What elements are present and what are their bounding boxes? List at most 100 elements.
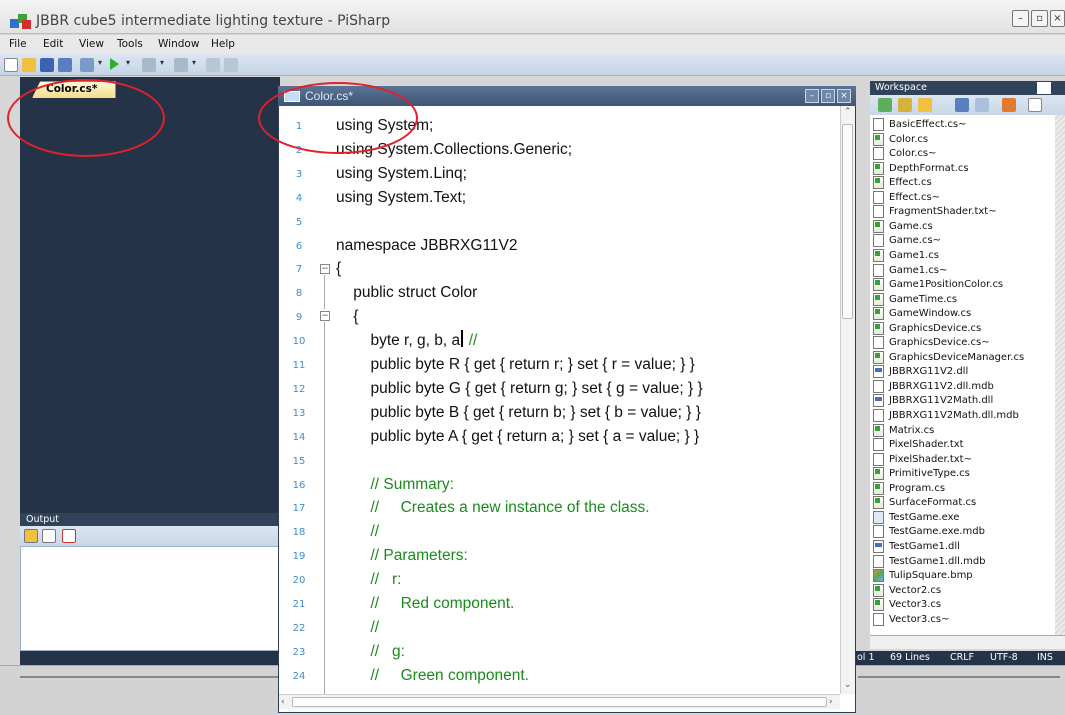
scroll-down-icon[interactable]: ⌄: [844, 680, 852, 690]
workspace-file-item[interactable]: JBBRXG11V2Math.dll.mdb: [873, 408, 1019, 423]
open-folder-icon[interactable]: [22, 58, 36, 72]
editor-minimize-button[interactable]: –: [805, 89, 819, 103]
code-text: {: [336, 308, 359, 325]
line-number: 19: [292, 551, 306, 562]
workspace-file-item[interactable]: Effect.cs~: [873, 190, 940, 205]
workspace-file-item[interactable]: Game1.cs: [873, 248, 939, 263]
code-line: // Summary:: [336, 476, 454, 494]
workspace-file-item[interactable]: PixelShader.txt~: [873, 452, 972, 467]
cs-file-icon: [873, 584, 884, 597]
text-caret: [461, 330, 463, 347]
workspace-file-item[interactable]: Color.cs~: [873, 146, 936, 161]
view-icon[interactable]: [975, 98, 989, 112]
scrollbar-thumb[interactable]: [292, 697, 827, 707]
workspace-file-item[interactable]: BasicEffect.cs~: [873, 117, 967, 132]
workspace-horizontal-scrollbar[interactable]: [870, 635, 1065, 649]
workspace-toggle[interactable]: [1037, 82, 1051, 94]
txt-file-icon: [873, 380, 884, 393]
output-page-icon[interactable]: [42, 529, 56, 543]
close-button[interactable]: ×: [1050, 10, 1065, 27]
workspace-file-item[interactable]: Game.cs~: [873, 233, 941, 248]
new-file-icon[interactable]: [4, 58, 18, 72]
workspace-file-item[interactable]: GameWindow.cs: [873, 306, 971, 321]
workspace-file-item[interactable]: Color.cs: [873, 132, 928, 147]
code-line: // Red component.: [336, 595, 514, 613]
scroll-right-icon[interactable]: ›: [829, 697, 833, 707]
new-file-icon[interactable]: [1028, 98, 1042, 112]
code-comment: //: [336, 619, 380, 636]
menu-edit[interactable]: Edit: [43, 38, 63, 50]
workspace-file-item[interactable]: Vector2.cs: [873, 583, 941, 598]
file-name: Vector3.cs~: [889, 614, 950, 625]
build-icon[interactable]: [1002, 98, 1016, 112]
menu-view[interactable]: View: [79, 38, 104, 50]
add-file-icon[interactable]: [898, 98, 912, 112]
workspace-file-item[interactable]: GameTime.cs: [873, 292, 957, 307]
chevron-down-icon[interactable]: ▾: [160, 58, 168, 72]
workspace-file-item[interactable]: Effect.cs: [873, 175, 932, 190]
minimize-button[interactable]: –: [1012, 10, 1029, 27]
workspace-file-item[interactable]: TestGame1.dll.mdb: [873, 554, 986, 569]
workspace-vertical-scrollbar[interactable]: [1055, 115, 1065, 635]
open-folder-icon[interactable]: [918, 98, 932, 112]
workspace-file-item[interactable]: TulipSquare.bmp: [873, 568, 973, 583]
workspace-file-item[interactable]: Game1.cs~: [873, 263, 947, 278]
workspace-file-item[interactable]: TestGame.exe: [873, 510, 959, 525]
workspace-file-item[interactable]: Matrix.cs: [873, 423, 934, 438]
chevron-down-icon[interactable]: ▾: [192, 58, 200, 72]
line-number: 9: [295, 312, 303, 323]
maximize-button[interactable]: ▫: [1031, 10, 1048, 27]
stop-icon[interactable]: [206, 58, 220, 72]
file-name: Game1.cs~: [889, 265, 948, 276]
txt-file-icon: [873, 438, 884, 451]
menu-tools[interactable]: Tools: [117, 38, 143, 50]
step-icon[interactable]: [224, 58, 238, 72]
editor-close-button[interactable]: ×: [837, 89, 851, 103]
code-text: using System.Text;: [336, 189, 467, 206]
status-eol: CRLF: [950, 652, 974, 663]
fold-toggle-struct[interactable]: −: [320, 311, 330, 321]
fold-toggle-namespace[interactable]: −: [320, 264, 330, 274]
save-all-icon[interactable]: [58, 58, 72, 72]
scrollbar-thumb[interactable]: [842, 124, 853, 319]
chevron-down-icon[interactable]: ▾: [98, 58, 106, 72]
refresh-icon[interactable]: [878, 98, 892, 112]
workspace-file-item[interactable]: SurfaceFormat.cs: [873, 495, 976, 510]
build-icon[interactable]: [80, 58, 94, 72]
debug-icon[interactable]: [142, 58, 156, 72]
workspace-file-item[interactable]: JBBRXG11V2Math.dll: [873, 393, 993, 408]
workspace-file-item[interactable]: Game1PositionColor.cs: [873, 277, 1003, 292]
chevron-down-icon[interactable]: ▾: [126, 58, 134, 72]
workspace-file-item[interactable]: TestGame1.dll: [873, 539, 960, 554]
menu-window[interactable]: Window: [158, 38, 199, 50]
workspace-file-item[interactable]: FragmentShader.txt~: [873, 204, 997, 219]
file-name: FragmentShader.txt~: [889, 206, 997, 217]
output-text-area[interactable]: [20, 546, 280, 651]
workspace-file-item[interactable]: JBBRXG11V2.dll.mdb: [873, 379, 994, 394]
editor-maximize-button[interactable]: ▫: [821, 89, 835, 103]
menu-help[interactable]: Help: [211, 38, 235, 50]
workspace-file-item[interactable]: Vector3.cs: [873, 597, 941, 612]
workspace-file-item[interactable]: JBBRXG11V2.dll: [873, 364, 968, 379]
menu-file[interactable]: File: [9, 38, 27, 50]
workspace-file-item[interactable]: TestGame.exe.mdb: [873, 524, 985, 539]
workspace-file-item[interactable]: Game.cs: [873, 219, 933, 234]
workspace-file-item[interactable]: GraphicsDeviceManager.cs: [873, 350, 1024, 365]
save-icon[interactable]: [40, 58, 54, 72]
workspace-file-item[interactable]: PrimitiveType.cs: [873, 466, 970, 481]
output-list-icon[interactable]: [24, 529, 38, 543]
scroll-up-icon[interactable]: ⌃: [844, 107, 852, 117]
workspace-file-item[interactable]: PixelShader.txt: [873, 437, 964, 452]
workspace-file-item[interactable]: DepthFormat.cs: [873, 161, 969, 176]
scroll-left-icon[interactable]: ‹: [281, 697, 285, 707]
workspace-file-item[interactable]: Vector3.cs~: [873, 612, 950, 627]
properties-icon[interactable]: [955, 98, 969, 112]
window-layout-icon[interactable]: [174, 58, 188, 72]
clear-output-icon[interactable]: [62, 529, 76, 543]
cs-file-icon: [873, 220, 884, 233]
run-icon[interactable]: [110, 58, 119, 70]
workspace-file-item[interactable]: Program.cs: [873, 481, 945, 496]
workspace-file-item[interactable]: GraphicsDevice.cs~: [873, 335, 990, 350]
workspace-file-item[interactable]: GraphicsDevice.cs: [873, 321, 981, 336]
line-number: 17: [292, 503, 306, 514]
